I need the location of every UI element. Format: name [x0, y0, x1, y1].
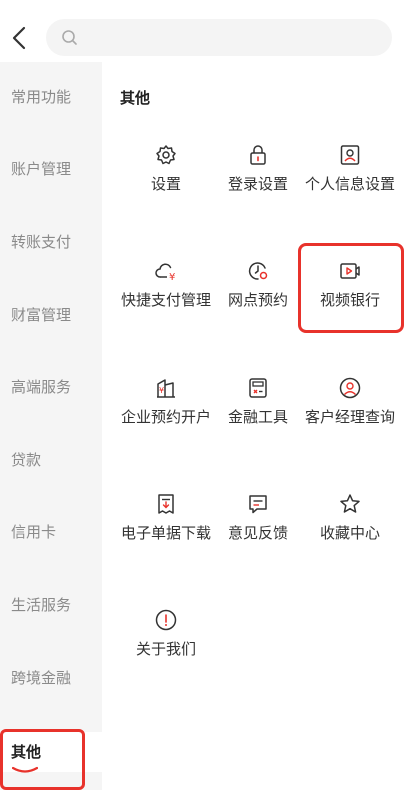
item-about-us[interactable]: 关于我们 — [120, 608, 212, 660]
item-label: 登录设置 — [227, 175, 288, 193]
item-label: 企业预约开户 — [120, 408, 211, 426]
item-label: 客户经理查询 — [304, 408, 395, 426]
receipt-download-icon — [158, 494, 174, 514]
item-enterprise-account[interactable]: ¥ 企业预约开户 — [120, 376, 212, 428]
sidebar-item-transfer[interactable]: 转账支付 — [0, 222, 102, 262]
item-label: 快捷支付管理 — [120, 291, 211, 309]
item-label: 个人信息设置 — [304, 175, 395, 193]
sidebar-item-credit-card[interactable]: 信用卡 — [0, 512, 102, 552]
feedback-icon — [249, 495, 267, 514]
sidebar-item-life-services[interactable]: 生活服务 — [0, 585, 102, 625]
item-feedback[interactable]: 意见反馈 — [212, 492, 304, 544]
item-quick-pay[interactable]: ¥ 快捷支付管理 — [120, 259, 212, 311]
active-indicator — [12, 766, 38, 773]
item-label: 设置 — [150, 175, 181, 193]
top-bar — [0, 0, 414, 62]
item-profile-settings[interactable]: 个人信息设置 — [304, 143, 396, 195]
item-advisor-lookup[interactable]: 客户经理查询 — [304, 376, 396, 428]
svg-text:¥: ¥ — [159, 386, 164, 395]
sidebar-item-common[interactable]: 常用功能 — [0, 77, 102, 117]
item-label: 关于我们 — [135, 640, 196, 658]
info-icon — [155, 609, 177, 631]
calculator-icon — [249, 378, 267, 398]
item-label: 网点预约 — [227, 291, 288, 309]
clock-pin-icon — [248, 262, 268, 280]
sidebar-item-loans[interactable]: 贷款 — [0, 440, 102, 480]
item-login-settings[interactable]: 登录设置 — [212, 143, 304, 195]
item-e-receipt-download[interactable]: 电子单据下载 — [120, 492, 212, 544]
sidebar-item-premium[interactable]: 高端服务 — [0, 367, 102, 407]
item-settings[interactable]: 设置 — [120, 143, 212, 195]
id-card-icon — [340, 145, 360, 165]
sidebar-item-cross-border[interactable]: 跨境金融 — [0, 658, 102, 698]
item-label: 电子单据下载 — [120, 524, 211, 542]
gear-icon — [156, 145, 176, 165]
search-bar[interactable] — [46, 19, 392, 58]
item-favorites[interactable]: 收藏中心 — [304, 492, 396, 544]
advisor-icon — [339, 377, 361, 399]
item-financial-tools[interactable]: 金融工具 — [212, 376, 304, 428]
item-branch-appointment[interactable]: 网点预约 — [212, 259, 304, 311]
building-yen-icon: ¥ — [157, 379, 175, 398]
sidebar-item-accounts[interactable]: 账户管理 — [0, 149, 102, 189]
item-label: 视频银行 — [319, 291, 380, 309]
star-icon — [340, 494, 360, 513]
search-input[interactable] — [90, 19, 384, 58]
sidebar-item-wealth[interactable]: 财富管理 — [0, 295, 102, 335]
back-arrow-icon[interactable] — [8, 24, 32, 52]
lock-icon — [250, 145, 266, 165]
item-label: 金融工具 — [227, 408, 288, 426]
item-video-banking[interactable]: 视频银行 — [304, 259, 396, 311]
cloud-yen-icon: ¥ — [155, 263, 175, 283]
svg-text:¥: ¥ — [169, 272, 175, 283]
item-label: 收藏中心 — [319, 524, 380, 542]
item-label: 意见反馈 — [227, 524, 288, 542]
section-title: 其他 — [120, 89, 151, 107]
search-icon — [62, 30, 77, 45]
video-icon — [340, 263, 360, 279]
